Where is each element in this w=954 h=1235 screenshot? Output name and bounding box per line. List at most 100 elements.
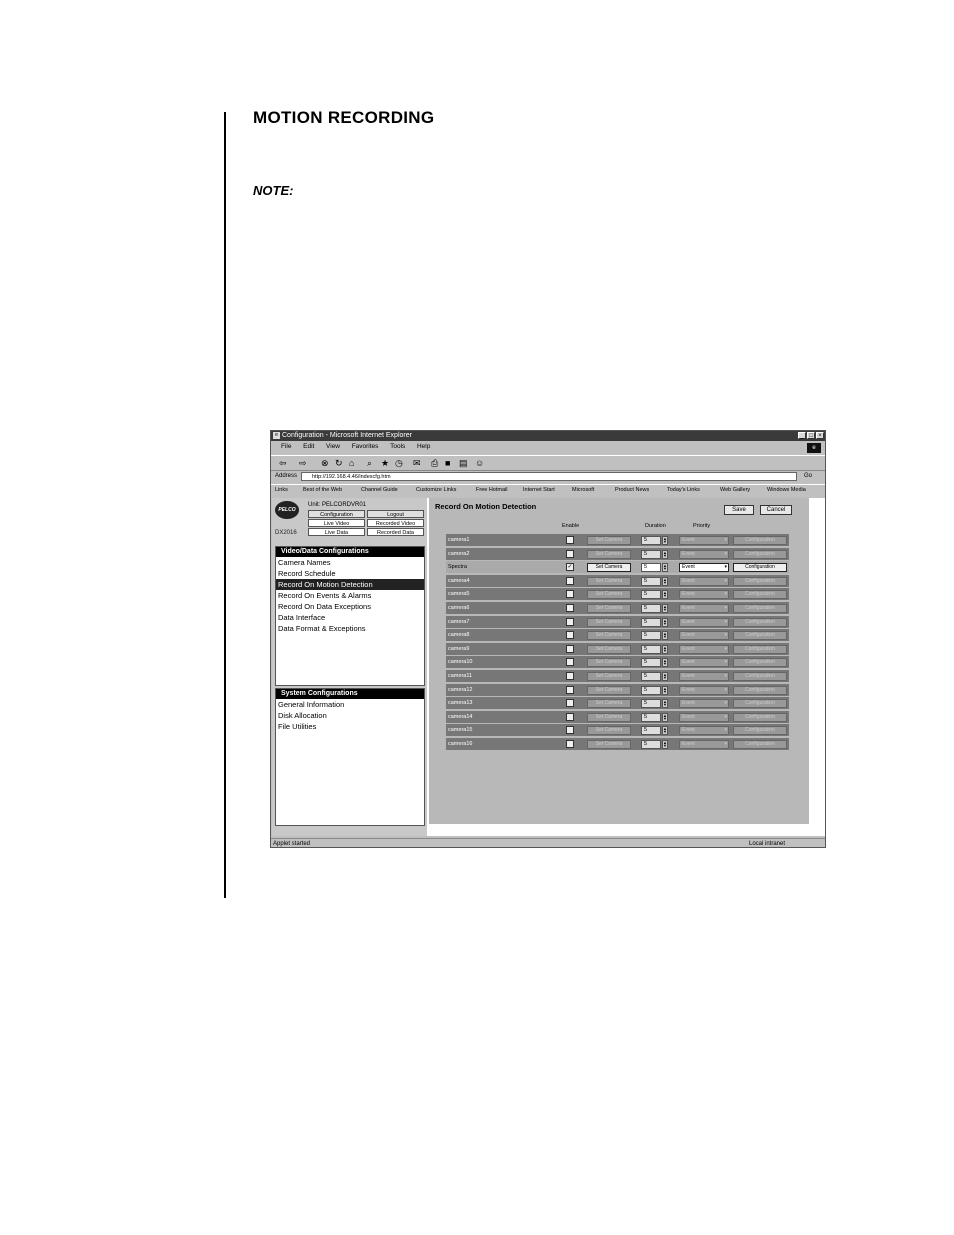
- duration-input[interactable]: 5: [641, 658, 661, 668]
- duration-spinner-icon[interactable]: ▲ ▼: [662, 536, 668, 545]
- nav-live-video[interactable]: Live Video: [308, 519, 365, 527]
- priority-select[interactable]: Event ▾: [679, 576, 729, 586]
- priority-select[interactable]: Event ▾: [679, 672, 729, 681]
- set-camera-button[interactable]: Set Camera: [587, 631, 631, 641]
- priority-select[interactable]: Event ▾: [679, 740, 729, 749]
- configuration-button[interactable]: Configuration: [733, 631, 787, 641]
- duration-input[interactable]: 5: [641, 685, 661, 695]
- set-camera-button[interactable]: Set Camera: [587, 590, 631, 600]
- address-input[interactable]: http://192.168.4.46/indexcfg.htm: [301, 472, 797, 481]
- stop-icon[interactable]: ⊗: [321, 458, 329, 468]
- duration-spinner-icon[interactable]: ▲ ▼: [662, 672, 668, 681]
- link-item[interactable]: Customize Links: [416, 487, 456, 493]
- nav-recorded-data[interactable]: Recorded Data: [367, 528, 424, 536]
- configuration-button[interactable]: Configuration: [733, 712, 787, 722]
- enable-checkbox[interactable]: [566, 658, 574, 667]
- configuration-button[interactable]: Configuration: [733, 604, 787, 613]
- duration-input[interactable]: 5: [641, 699, 661, 709]
- priority-select[interactable]: Event ▾: [679, 549, 729, 559]
- duration-input[interactable]: 5: [641, 590, 661, 600]
- duration-spinner-icon[interactable]: ▲ ▼: [662, 740, 668, 749]
- configuration-button[interactable]: Configuration: [733, 617, 787, 627]
- menu-edit[interactable]: Edit: [303, 442, 314, 452]
- enable-checkbox[interactable]: [566, 590, 574, 599]
- set-camera-button[interactable]: Set Camera: [587, 685, 631, 695]
- enable-checkbox[interactable]: [566, 631, 574, 640]
- priority-select[interactable]: Event ▾: [679, 726, 729, 736]
- set-camera-button[interactable]: Set Camera: [587, 563, 631, 573]
- cancel-button[interactable]: Cancel: [760, 505, 792, 515]
- duration-spinner-icon[interactable]: ▲ ▼: [662, 726, 668, 736]
- duration-input[interactable]: 5: [641, 576, 661, 586]
- save-button[interactable]: Save: [724, 505, 754, 515]
- duration-input[interactable]: 5: [641, 672, 661, 681]
- link-item[interactable]: Microsoft: [572, 487, 594, 493]
- menu-record-on-data-exceptions[interactable]: Record On Data Exceptions: [276, 601, 424, 612]
- duration-spinner-icon[interactable]: ▲ ▼: [662, 617, 668, 627]
- minimize-icon[interactable]: _: [798, 432, 806, 439]
- menu-record-schedule[interactable]: Record Schedule: [276, 568, 424, 579]
- set-camera-button[interactable]: Set Camera: [587, 576, 631, 586]
- duration-input[interactable]: 5: [641, 712, 661, 722]
- forward-icon[interactable]: ⇨: [299, 458, 307, 468]
- configuration-button[interactable]: Configuration: [733, 726, 787, 736]
- set-camera-button[interactable]: Set Camera: [587, 712, 631, 722]
- nav-live-data[interactable]: Live Data: [308, 528, 365, 536]
- nav-configuration[interactable]: Configuration: [308, 510, 365, 518]
- nav-recorded-video[interactable]: Recorded Video: [367, 519, 424, 527]
- history-icon[interactable]: ◷: [395, 458, 403, 468]
- nav-logout[interactable]: Logout: [367, 510, 424, 518]
- link-item[interactable]: Best of the Web: [303, 487, 342, 493]
- home-icon[interactable]: ⌂: [349, 458, 354, 468]
- duration-spinner-icon[interactable]: ▲ ▼: [662, 563, 668, 573]
- priority-select[interactable]: Event ▾: [679, 590, 729, 600]
- set-camera-button[interactable]: Set Camera: [587, 699, 631, 709]
- favorites-icon[interactable]: ★: [381, 458, 389, 468]
- enable-checkbox[interactable]: [566, 726, 574, 735]
- close-icon[interactable]: ×: [816, 432, 824, 439]
- duration-input[interactable]: 5: [641, 617, 661, 627]
- duration-input[interactable]: 5: [641, 563, 661, 573]
- menu-data-format[interactable]: Data Format & Exceptions: [276, 623, 424, 634]
- priority-select[interactable]: Event ▾: [679, 617, 729, 627]
- duration-input[interactable]: 5: [641, 726, 661, 736]
- duration-input[interactable]: 5: [641, 740, 661, 749]
- duration-input[interactable]: 5: [641, 536, 661, 545]
- duration-spinner-icon[interactable]: ▲ ▼: [662, 644, 668, 654]
- configuration-button[interactable]: Configuration: [733, 549, 787, 559]
- configuration-button[interactable]: Configuration: [733, 740, 787, 749]
- maximize-icon[interactable]: □: [807, 432, 815, 439]
- menu-view[interactable]: View: [326, 442, 340, 452]
- set-camera-button[interactable]: Set Camera: [587, 658, 631, 668]
- priority-select[interactable]: Event ▾: [679, 631, 729, 641]
- go-button[interactable]: Go: [804, 473, 812, 479]
- link-item[interactable]: Product News: [615, 487, 649, 493]
- duration-input[interactable]: 5: [641, 549, 661, 559]
- set-camera-button[interactable]: Set Camera: [587, 617, 631, 627]
- enable-checkbox[interactable]: [566, 536, 574, 544]
- menu-favorites[interactable]: Favorites: [352, 442, 379, 452]
- link-item[interactable]: Internet Start: [523, 487, 555, 493]
- link-item[interactable]: Windows Media: [767, 487, 806, 493]
- duration-spinner-icon[interactable]: ▲ ▼: [662, 604, 668, 613]
- link-item[interactable]: Today's Links: [667, 487, 700, 493]
- priority-select[interactable]: Event ▾: [679, 685, 729, 695]
- menu-data-interface[interactable]: Data Interface: [276, 612, 424, 623]
- priority-select[interactable]: Event ▾: [679, 712, 729, 722]
- enable-checkbox[interactable]: [566, 712, 574, 721]
- set-camera-button[interactable]: Set Camera: [587, 740, 631, 749]
- enable-checkbox[interactable]: [566, 617, 574, 626]
- duration-spinner-icon[interactable]: ▲ ▼: [662, 658, 668, 668]
- link-item[interactable]: Free Hotmail: [476, 487, 507, 493]
- duration-spinner-icon[interactable]: ▲ ▼: [662, 631, 668, 641]
- configuration-button[interactable]: Configuration: [733, 685, 787, 695]
- search-icon[interactable]: ⌕: [367, 458, 372, 468]
- menu-disk-allocation[interactable]: Disk Allocation: [276, 710, 424, 721]
- priority-select[interactable]: Event ▾: [679, 699, 729, 709]
- configuration-button[interactable]: Configuration: [733, 658, 787, 668]
- enable-checkbox[interactable]: [566, 672, 574, 680]
- mail-icon[interactable]: ✉: [413, 458, 421, 468]
- menu-file-utilities[interactable]: File Utilities: [276, 721, 424, 732]
- enable-checkbox[interactable]: ✓: [566, 563, 574, 572]
- menu-help[interactable]: Help: [417, 442, 430, 452]
